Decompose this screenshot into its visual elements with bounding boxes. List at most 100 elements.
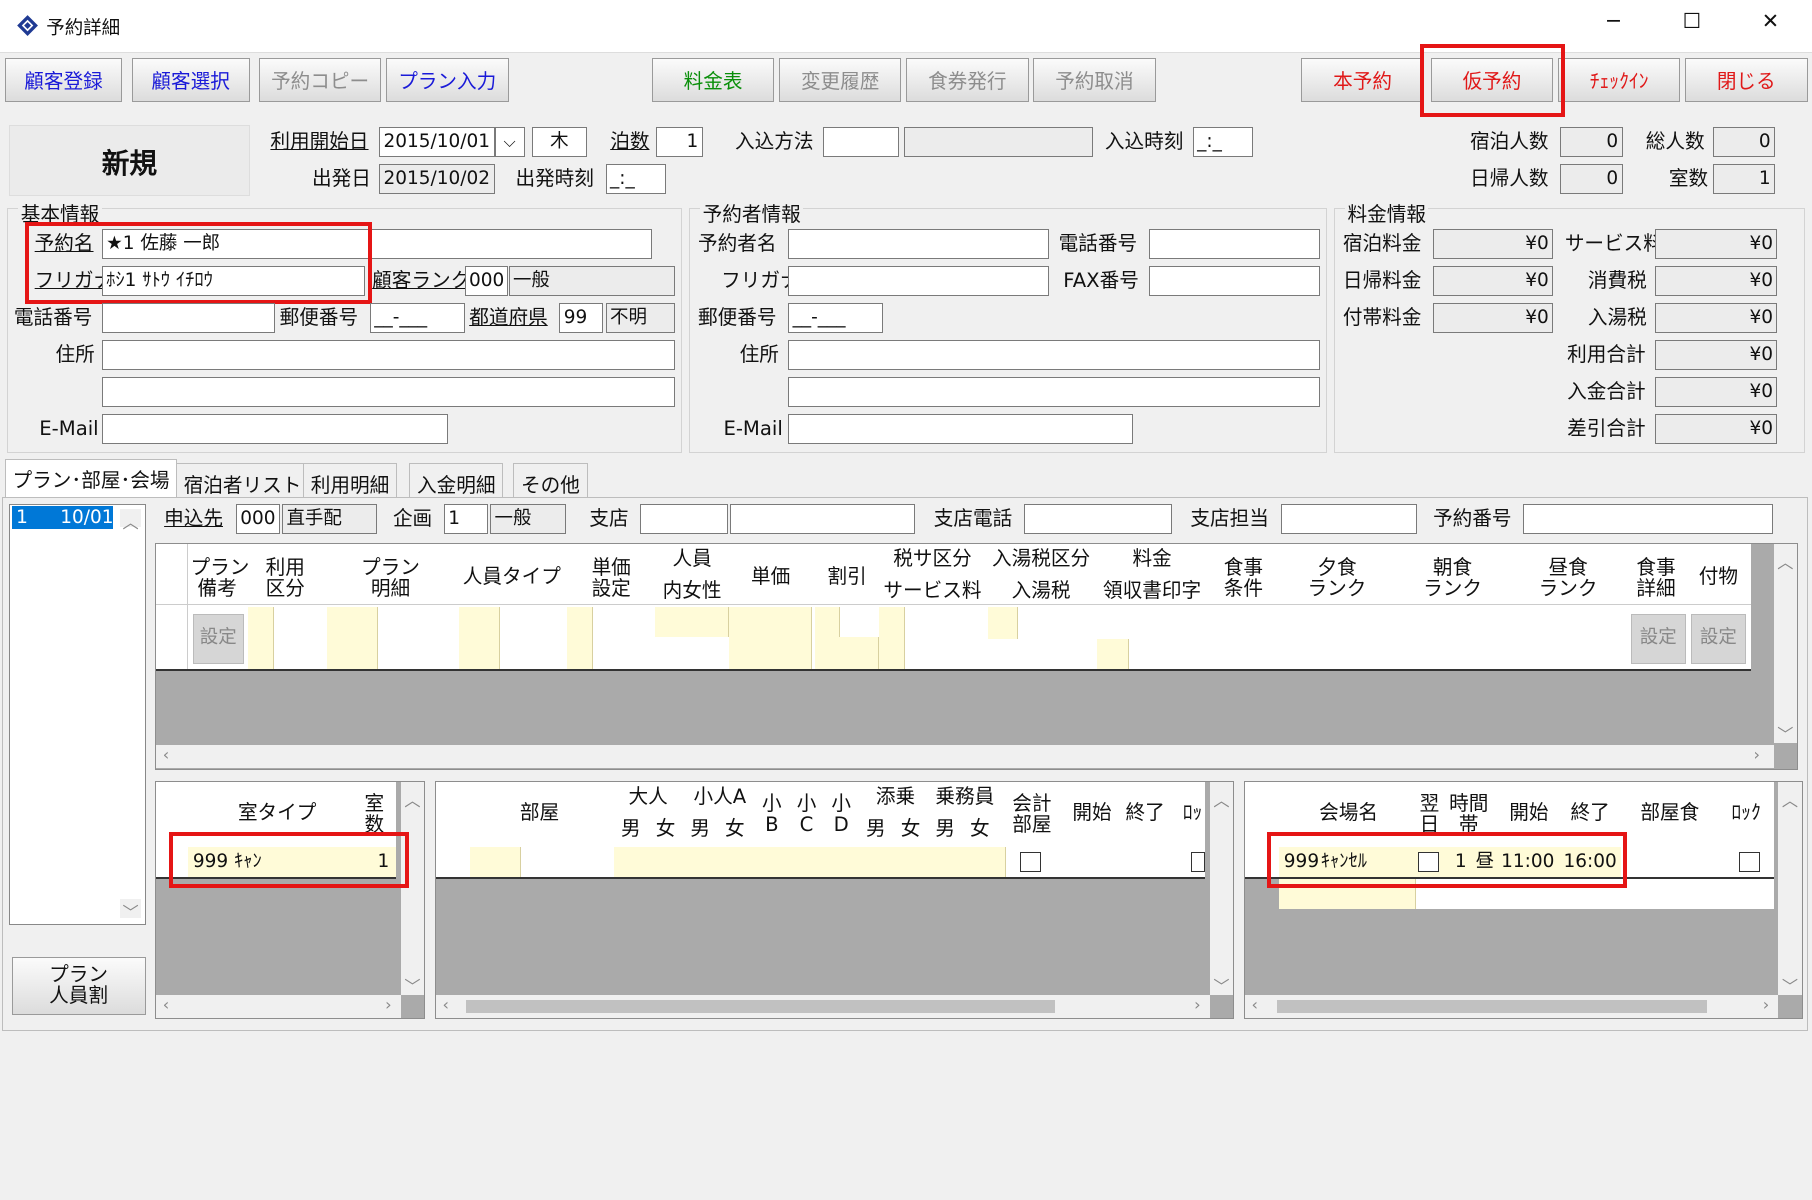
plan-allocation-button[interactable]: プラン 人員割 xyxy=(11,956,146,1015)
scroll-up-icon[interactable]: ︿ xyxy=(1778,787,1801,811)
venue-lock-checkbox[interactable] xyxy=(1739,851,1760,873)
scroll-up-icon[interactable]: ︿ xyxy=(1210,787,1233,811)
booker-email-field[interactable] xyxy=(788,413,1133,444)
highlight-venue xyxy=(1266,832,1628,888)
checkin-button[interactable]: ﾁｪｯｸｲﾝ xyxy=(1557,57,1681,102)
room-lock-checkbox[interactable] xyxy=(1191,851,1206,873)
room-type-grid[interactable]: 室タイプ 室 数 999 ｷｬﾝ 1 ︿ ﹀ ‹ › xyxy=(154,781,426,1020)
tab-usage-detail[interactable]: 利用明細 xyxy=(302,463,398,499)
extras-set-button[interactable]: 設定 xyxy=(1690,613,1747,665)
booker-info-group-label: 予約者情報 xyxy=(700,197,804,227)
scroll-right-icon[interactable]: › xyxy=(1763,995,1769,1014)
booker-zip-field[interactable]: __-___ xyxy=(788,302,883,333)
start-date-field[interactable]: 2015/10/01 xyxy=(379,127,495,158)
venue-grid-hscroll[interactable]: ‹ › xyxy=(1244,994,1779,1018)
price-table-button[interactable]: 料金表 xyxy=(651,57,775,102)
scroll-left-icon[interactable]: ‹ xyxy=(163,745,169,764)
meal-ticket-button[interactable]: 食券発行 xyxy=(906,57,1029,102)
maximize-button[interactable]: ☐ xyxy=(1669,9,1715,33)
venue-grid[interactable]: 会場名 翌 日 時間 帯 開始 終了 部屋食 ﾛｯｸ 999 ｷｬﾝｾﾙ 1 昼… xyxy=(1243,781,1803,1020)
minimize-button[interactable]: ─ xyxy=(1590,9,1636,33)
tax-label: 消費税 xyxy=(1587,269,1647,293)
scroll-left-icon[interactable]: ‹ xyxy=(1251,995,1257,1014)
applicant-code-field[interactable]: 000 xyxy=(235,503,280,534)
account-room-checkbox[interactable] xyxy=(1020,851,1042,873)
address-field-1[interactable] xyxy=(101,339,675,370)
col-room: 部屋 xyxy=(519,801,560,825)
date-list-item-selected[interactable]: 1 10/01 xyxy=(11,506,114,530)
main-reservation-button[interactable]: 本予約 xyxy=(1301,57,1424,102)
col-time-slot: 時間 帯 xyxy=(1449,791,1489,836)
col-venue-lock: ﾛｯｸ xyxy=(1731,803,1761,824)
scroll-up-icon[interactable]: ︿ xyxy=(120,508,141,532)
plan-grid-vscroll[interactable]: ︿ ﹀ xyxy=(1773,544,1797,745)
customer-select-button[interactable]: 顧客選択 xyxy=(131,57,250,102)
scroll-up-icon[interactable]: ︿ xyxy=(1774,549,1797,573)
scroll-right-icon[interactable]: › xyxy=(1754,745,1760,764)
project-code-field[interactable]: 1 xyxy=(443,503,488,534)
close-button[interactable]: 閉じる xyxy=(1685,57,1808,102)
scroll-right-icon[interactable]: › xyxy=(1194,995,1200,1014)
scroll-up-icon[interactable]: ︿ xyxy=(401,787,424,811)
booker-phone-field[interactable] xyxy=(1148,228,1320,259)
room-grid-hscroll-thumb[interactable] xyxy=(465,999,1055,1014)
meal-detail-set-button[interactable]: 設定 xyxy=(1630,613,1686,665)
reservation-cancel-button[interactable]: 予約取消 xyxy=(1033,57,1156,102)
customer-rank-code[interactable]: 000 xyxy=(464,265,509,296)
venue-grid-vscroll[interactable]: ︿ ﹀ xyxy=(1778,782,1802,997)
branch-phone-field[interactable] xyxy=(1023,503,1172,534)
plan-note-set-button[interactable]: 設定 xyxy=(192,613,244,665)
tab-plan-room-venue[interactable]: プラン･部屋･会場 xyxy=(4,458,178,499)
scroll-right-icon[interactable]: › xyxy=(385,995,391,1014)
booker-address-field-2[interactable] xyxy=(788,376,1320,407)
child-a-male: 男 xyxy=(690,817,710,841)
branch-staff-field[interactable] xyxy=(1280,503,1417,534)
col-room-count: 室 数 xyxy=(364,791,385,836)
entry-method-code[interactable] xyxy=(822,127,900,158)
scroll-down-icon[interactable]: ﹀ xyxy=(120,899,141,922)
scroll-down-icon[interactable]: ﹀ xyxy=(1778,973,1801,997)
branch-phone-label: 支店電話 xyxy=(933,507,1013,531)
date-list[interactable] xyxy=(9,503,146,925)
tab-guest-list[interactable]: 宿泊者リスト xyxy=(175,463,310,499)
tab-payment-detail[interactable]: 入金明細 xyxy=(409,463,504,499)
scroll-down-icon[interactable]: ﹀ xyxy=(1774,721,1797,745)
prefecture-code[interactable]: 99 xyxy=(559,302,604,333)
entry-time-field[interactable]: _:_ xyxy=(1192,127,1253,158)
scroll-down-icon[interactable]: ﹀ xyxy=(1210,973,1233,997)
tab-other[interactable]: その他 xyxy=(513,463,588,499)
nights-field[interactable]: 1 xyxy=(656,127,703,158)
plan-grid-hscroll[interactable]: ‹ › xyxy=(155,745,1774,769)
scroll-down-icon[interactable]: ﹀ xyxy=(401,973,424,997)
customer-register-button[interactable]: 顧客登録 xyxy=(4,57,123,102)
close-window-button[interactable]: ✕ xyxy=(1747,9,1793,33)
crew-male: 男 xyxy=(935,817,955,841)
booker-fax-field[interactable] xyxy=(1148,265,1320,296)
reservation-number-field[interactable] xyxy=(1523,503,1773,534)
date-dropdown-icon[interactable]: ⌵ xyxy=(494,127,525,158)
plan-input-button[interactable]: プラン入力 xyxy=(386,57,509,102)
booker-name-label: 予約者名 xyxy=(698,232,777,256)
room-grid[interactable]: 部屋 大人 小人A 小 B 小 C 小 D 添乗 乗務員 会計 部屋 開始 終了… xyxy=(434,781,1235,1020)
booker-name-field[interactable] xyxy=(788,228,1050,259)
departure-time-field[interactable]: _:_ xyxy=(605,164,666,195)
branch-code-field[interactable] xyxy=(640,503,729,534)
booker-kana-field[interactable] xyxy=(788,265,1050,296)
room-grid-vscroll[interactable]: ︿ ﹀ xyxy=(1209,782,1233,997)
room-type-vscroll[interactable]: ︿ ﹀ xyxy=(400,782,424,997)
scroll-left-icon[interactable]: ‹ xyxy=(163,995,169,1014)
booker-address-field-1[interactable] xyxy=(788,339,1320,370)
plan-grid[interactable]: プラン 備考 利用 区分 プラン 明細 人員タイプ 単価 設定 人員 内女性 単… xyxy=(154,543,1799,770)
scroll-left-icon[interactable]: ‹ xyxy=(442,995,448,1014)
branch-name-field[interactable] xyxy=(730,503,916,534)
zip-field[interactable]: __-___ xyxy=(369,302,465,333)
change-history-button[interactable]: 変更履歴 xyxy=(778,57,902,102)
address-field-2[interactable] xyxy=(101,376,675,407)
reservation-copy-button[interactable]: 予約コピー xyxy=(258,57,382,102)
room-grid-hscroll[interactable]: ‹ › xyxy=(435,994,1210,1018)
departure-time-label: 出発時刻 xyxy=(515,167,594,191)
venue-grid-hscroll-thumb[interactable] xyxy=(1276,999,1707,1014)
phone-field[interactable] xyxy=(101,302,276,333)
email-field[interactable] xyxy=(101,413,449,444)
room-type-hscroll[interactable]: ‹ › xyxy=(155,994,401,1018)
